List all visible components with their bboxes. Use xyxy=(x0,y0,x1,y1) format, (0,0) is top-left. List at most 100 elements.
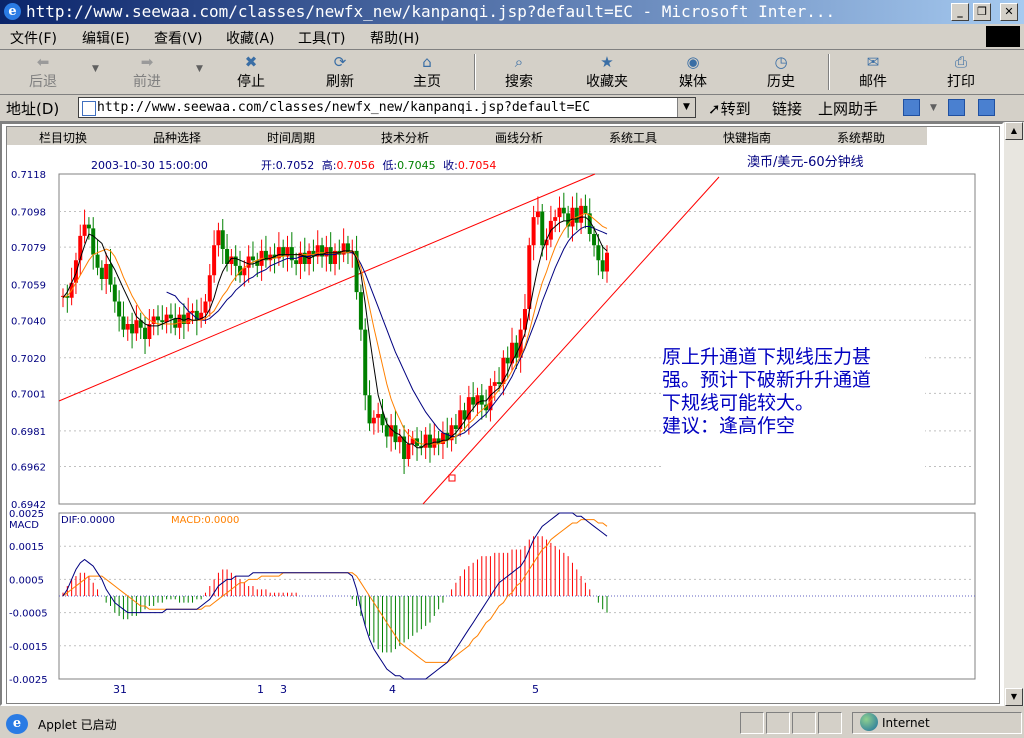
menu-help[interactable]: 帮助(H) xyxy=(370,28,419,48)
candle-body xyxy=(117,301,122,317)
address-label: 地址(D) xyxy=(6,100,60,118)
scroll-down-button[interactable]: ▼ xyxy=(1005,688,1023,706)
candle-body xyxy=(220,230,225,249)
helper-dropdown-icon[interactable]: ▼ xyxy=(930,103,937,113)
candle-body xyxy=(358,292,363,330)
back-button[interactable]: ⬅ 后退 xyxy=(8,52,78,92)
windows-logo-icon xyxy=(986,26,1020,47)
candle-body xyxy=(216,230,221,246)
macd-y-ticks: 0.0025 0.0015 0.0005 -0.0005 -0.0015 -0.0025 xyxy=(9,509,48,686)
candle-body xyxy=(112,284,117,302)
stop-button[interactable]: ✖ 停止 xyxy=(216,52,286,92)
date-label-3: 3 xyxy=(280,683,287,696)
candle-body xyxy=(592,234,597,246)
date-label-31: 31 xyxy=(113,683,127,696)
price-tick-label: 0.7079 xyxy=(11,243,46,254)
minimize-button[interactable]: _ xyxy=(951,3,969,21)
print-button[interactable]: ⎙ 打印 xyxy=(926,52,996,92)
status-pane xyxy=(818,712,842,734)
restore-button[interactable]: ❐ xyxy=(973,3,991,21)
forward-dropdown-icon[interactable]: ▼ xyxy=(196,64,203,74)
candle-body xyxy=(212,245,217,276)
search-icon: ⌕ xyxy=(514,53,524,71)
annotation-line-3: 下规线可能较大。 xyxy=(662,392,814,414)
scroll-up-button[interactable]: ▲ xyxy=(1005,122,1023,140)
candle-body xyxy=(294,260,299,264)
candle-body xyxy=(458,410,463,429)
favorites-button[interactable]: ★ 收藏夹 xyxy=(572,52,642,92)
media-icon: ◉ xyxy=(686,53,700,71)
helper-tool-icon[interactable] xyxy=(948,99,965,116)
price-tick-label: 0.7118 xyxy=(11,170,46,181)
address-dropdown-icon[interactable]: ▼ xyxy=(677,98,695,117)
menu-view[interactable]: 查看(V) xyxy=(154,28,203,48)
menu-tools[interactable]: 工具(T) xyxy=(298,28,345,48)
candle-body xyxy=(535,211,540,218)
helper-check-icon[interactable] xyxy=(903,99,920,116)
macd-histogram xyxy=(62,536,608,653)
history-button[interactable]: ◷ 历史 xyxy=(746,52,816,92)
candle-body xyxy=(78,235,83,261)
search-button[interactable]: ⌕ 搜索 xyxy=(484,52,554,92)
menu-bar: 文件(F) 编辑(E) 查看(V) 收藏(A) 工具(T) 帮助(H) xyxy=(0,25,1024,50)
mail-button[interactable]: ✉ 邮件 xyxy=(838,52,908,92)
open-label: 开: xyxy=(261,159,276,172)
candle-body xyxy=(155,316,160,321)
candle-body xyxy=(540,211,545,246)
forward-button[interactable]: ➡ 前进 xyxy=(112,52,182,92)
status-pane xyxy=(792,712,816,734)
macd-panel-label: MACD xyxy=(9,520,39,531)
menu-file[interactable]: 文件(F) xyxy=(10,28,57,48)
candle-body xyxy=(250,256,255,261)
macd-value-label: MACD:0.0000 xyxy=(171,515,239,526)
candle-body xyxy=(479,395,484,405)
status-message: Applet 已启动 xyxy=(38,718,117,732)
candle-body xyxy=(91,228,96,255)
web-helper-button[interactable]: 上网助手 xyxy=(818,98,878,119)
candle-body xyxy=(527,245,532,309)
candle-body xyxy=(583,205,588,214)
candle-body xyxy=(531,217,536,246)
candle-body xyxy=(397,436,402,443)
ohlc-readout: 开:0.7052 高:0.7056 低:0.7045 收:0.7054 xyxy=(261,158,496,172)
vertical-scrollbar[interactable]: ▲ ▼ xyxy=(1004,122,1024,706)
status-bar: e Applet 已启动 Internet xyxy=(0,708,1024,738)
security-zone: Internet xyxy=(882,716,930,730)
close-value: 0.7054 xyxy=(458,159,497,172)
annotation-line-1: 原上升通道下规线压力甚 xyxy=(662,346,871,368)
address-input[interactable] xyxy=(97,99,675,116)
back-dropdown-icon[interactable]: ▼ xyxy=(92,64,99,74)
close-button[interactable]: ✕ xyxy=(1000,3,1018,21)
dif-label: DIF:0.0000 xyxy=(61,515,115,526)
candle-body xyxy=(553,217,558,221)
helper-edit-icon[interactable] xyxy=(978,99,995,116)
menu-favorites[interactable]: 收藏(A) xyxy=(226,28,275,48)
toolbar-separator xyxy=(828,54,830,90)
title-bar: e http://www.seewaa.com/classes/newfx_ne… xyxy=(0,0,1024,24)
media-button[interactable]: ◉ 媒体 xyxy=(658,52,728,92)
candlestick-series xyxy=(61,192,609,474)
home-button[interactable]: ⌂ 主页 xyxy=(392,52,462,92)
candle-body xyxy=(596,245,601,261)
links-button[interactable]: 链接 xyxy=(772,98,802,119)
trend-lines xyxy=(58,173,720,505)
home-icon: ⌂ xyxy=(422,53,432,71)
candle-body xyxy=(605,252,609,272)
price-tick-label: 0.7020 xyxy=(11,354,46,365)
candle-body xyxy=(125,324,130,330)
status-pane xyxy=(766,712,790,734)
chart-applet[interactable]: 栏目切换 品种选择 时间周期 技术分析 画线分析 系统工具 快键指南 系统帮助 … xyxy=(6,126,1000,704)
price-tick-label: 0.7001 xyxy=(11,389,46,400)
menu-edit[interactable]: 编辑(E) xyxy=(82,28,130,48)
candle-body xyxy=(207,275,212,302)
low-label: 低: xyxy=(382,159,397,172)
candle-body xyxy=(367,395,372,424)
candle-body xyxy=(600,260,605,272)
candle-body xyxy=(246,256,251,268)
candle-body xyxy=(497,382,502,384)
price-y-ticks: 0.7118 0.7098 0.7079 0.7059 0.7040 0.7020 0.70… xyxy=(11,170,46,511)
go-button[interactable]: ➚转到 xyxy=(708,98,751,119)
refresh-button[interactable]: ⟳ 刷新 xyxy=(305,52,375,92)
close-label: 收: xyxy=(443,158,458,172)
status-pane xyxy=(740,712,764,734)
